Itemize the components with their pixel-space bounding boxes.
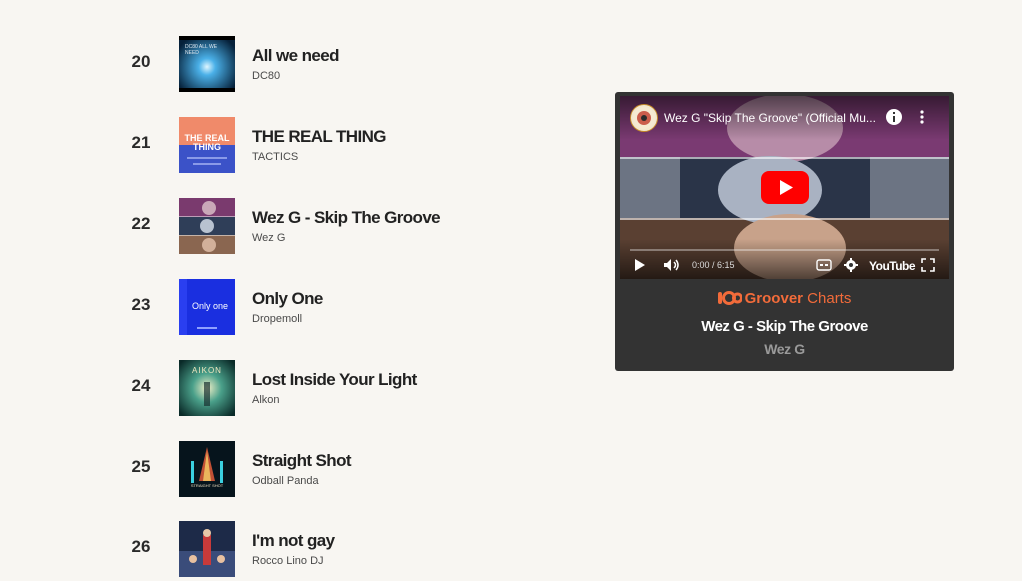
album-cover-art bbox=[179, 198, 235, 254]
youtube-logo[interactable]: YouTube bbox=[869, 259, 916, 273]
chart-list: 20 DC80 ALL WE NEED All we need DC80 21 … bbox=[0, 0, 600, 577]
album-cover[interactable]: DC80 ALL WE NEED bbox=[179, 36, 235, 92]
channel-avatar[interactable] bbox=[630, 104, 658, 132]
cover-text: Only one bbox=[191, 301, 229, 311]
chart-row[interactable]: 25 STRAIGHT SHOT Straight Shot Odball Pa… bbox=[0, 441, 600, 501]
track-title[interactable]: I'm not gay bbox=[252, 531, 335, 551]
now-playing-artist: Wez G bbox=[764, 341, 805, 357]
rank-number: 21 bbox=[131, 133, 151, 152]
channel-avatar-art bbox=[633, 107, 655, 129]
artist-name[interactable]: Dropemoll bbox=[252, 313, 302, 325]
cover-text: THE REAL THING bbox=[184, 133, 230, 152]
now-playing-title: Wez G - Skip The Groove bbox=[701, 318, 868, 335]
chart-row[interactable]: 23 Only one Only One Dropemoll bbox=[0, 279, 600, 339]
artist-name[interactable]: Wez G bbox=[252, 232, 285, 244]
track-title[interactable]: Straight Shot bbox=[252, 451, 352, 471]
artist-name[interactable]: Alkon bbox=[252, 394, 280, 406]
info-icon[interactable] bbox=[885, 108, 903, 126]
brand-name: Groover bbox=[744, 290, 803, 307]
groover-logo-icon bbox=[717, 291, 742, 305]
volume-icon[interactable] bbox=[663, 258, 681, 272]
track-title[interactable]: All we need bbox=[252, 46, 340, 66]
cover-text: AIKON bbox=[192, 366, 222, 375]
chart-row[interactable]: 24 AIKON Lost Inside Your Light Alkon bbox=[0, 360, 600, 420]
cover-text: STRAIGHT SHOT bbox=[190, 483, 224, 488]
player-card: Wez G "Skip The Groove" (Official Mu... … bbox=[615, 92, 954, 371]
album-cover[interactable] bbox=[179, 521, 235, 577]
rank-number: 22 bbox=[131, 214, 151, 233]
fullscreen-icon[interactable] bbox=[921, 258, 935, 272]
time-readout: 0:00 / 6:15 bbox=[692, 260, 735, 270]
album-cover[interactable]: STRAIGHT SHOT bbox=[179, 441, 235, 497]
album-cover-art bbox=[179, 441, 235, 497]
album-cover[interactable]: AIKON bbox=[179, 360, 235, 416]
brand-suffix: Charts bbox=[807, 290, 852, 307]
youtube-embed[interactable]: Wez G "Skip The Groove" (Official Mu... … bbox=[620, 96, 949, 279]
groover-charts-brand: Groover Charts bbox=[615, 290, 954, 307]
chart-row[interactable]: 22 Wez G - Skip The Groove Wez G bbox=[0, 198, 600, 258]
album-cover[interactable] bbox=[179, 198, 235, 254]
track-title[interactable]: Wez G - Skip The Groove bbox=[252, 208, 441, 228]
album-cover[interactable]: THE REAL THING bbox=[179, 117, 235, 173]
artist-name[interactable]: TACTICS bbox=[252, 151, 298, 163]
rank-number: 26 bbox=[131, 537, 151, 556]
settings-gear-icon[interactable] bbox=[844, 258, 858, 272]
play-icon[interactable] bbox=[634, 258, 646, 272]
progress-bar[interactable] bbox=[630, 249, 939, 251]
play-button-icon[interactable] bbox=[761, 171, 809, 204]
video-title[interactable]: Wez G "Skip The Groove" (Official Mu... bbox=[664, 111, 879, 125]
track-title[interactable]: Only One bbox=[252, 289, 323, 309]
track-title[interactable]: THE REAL THING bbox=[252, 127, 387, 147]
rank-number: 20 bbox=[131, 52, 151, 71]
album-cover-art bbox=[179, 521, 235, 577]
rank-number: 24 bbox=[131, 376, 151, 395]
chart-row[interactable]: 20 DC80 ALL WE NEED All we need DC80 bbox=[0, 36, 600, 96]
artist-name[interactable]: Rocco Lino DJ bbox=[252, 555, 324, 567]
artist-name[interactable]: DC80 bbox=[252, 70, 280, 82]
rank-number: 23 bbox=[131, 295, 151, 314]
more-vertical-icon[interactable] bbox=[915, 108, 929, 126]
chart-row[interactable]: 26 I'm not gay Rocco Lino DJ bbox=[0, 521, 600, 581]
rank-number: 25 bbox=[131, 457, 151, 476]
artist-name[interactable]: Odball Panda bbox=[252, 475, 319, 487]
chart-row[interactable]: 21 THE REAL THING THE REAL THING TACTICS bbox=[0, 117, 600, 177]
album-cover[interactable]: Only one bbox=[179, 279, 235, 335]
captions-icon[interactable] bbox=[816, 258, 832, 272]
track-title[interactable]: Lost Inside Your Light bbox=[252, 370, 417, 390]
cover-text: DC80 ALL WE NEED bbox=[185, 44, 218, 56]
